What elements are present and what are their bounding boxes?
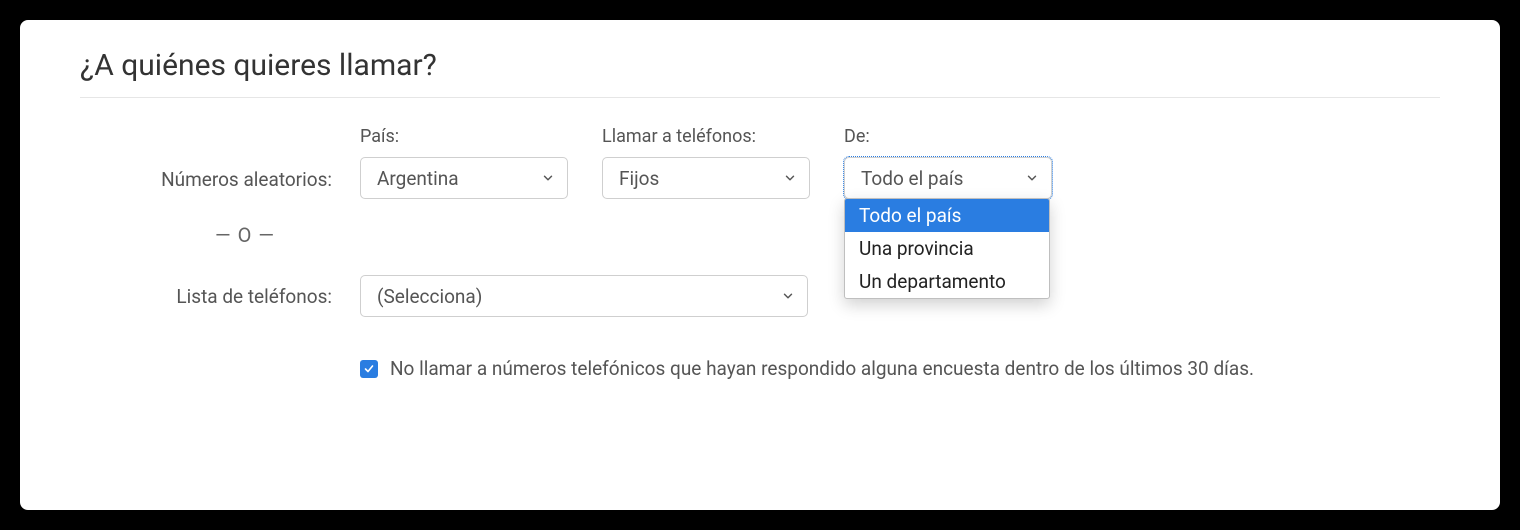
scope-value: Todo el país	[861, 167, 963, 190]
chevron-down-icon	[783, 171, 797, 185]
call-to-label: Llamar a teléfonos:	[602, 126, 810, 147]
phone-list-row: Lista de teléfonos: (Selecciona)	[130, 275, 1440, 317]
call-to-group: Llamar a teléfonos: Fijos	[602, 126, 810, 199]
scope-dropdown-menu: Todo el país Una provincia Un departamen…	[844, 198, 1050, 299]
call-to-select[interactable]: Fijos	[602, 157, 810, 199]
country-label: País:	[360, 126, 568, 147]
chevron-down-icon	[541, 171, 555, 185]
phone-list-select[interactable]: (Selecciona)	[360, 275, 808, 317]
page-title: ¿A quiénes quieres llamar?	[80, 48, 1440, 98]
random-numbers-row: Números aleatorios: País: Argentina Llam…	[130, 126, 1440, 199]
exclusion-checkbox-row: No llamar a números telefónicos que haya…	[130, 357, 1440, 380]
country-group: País: Argentina	[360, 126, 568, 199]
scope-option[interactable]: Un departamento	[845, 265, 1049, 298]
form-area: Números aleatorios: País: Argentina Llam…	[80, 126, 1440, 380]
country-select[interactable]: Argentina	[360, 157, 568, 199]
country-value: Argentina	[377, 167, 459, 190]
scope-select[interactable]: Todo el país	[844, 157, 1052, 199]
scope-group: De: Todo el país Todo el país Una provin…	[844, 126, 1052, 199]
scope-option[interactable]: Todo el país	[845, 199, 1049, 232]
scope-label: De:	[844, 126, 1052, 147]
chevron-down-icon	[1025, 171, 1039, 185]
form-card: ¿A quiénes quieres llamar? Números aleat…	[20, 20, 1500, 510]
phone-list-label: Lista de teléfonos:	[130, 285, 360, 308]
chevron-down-icon	[781, 289, 795, 303]
exclusion-checkbox[interactable]	[360, 360, 378, 378]
random-fields: País: Argentina Llamar a teléfonos: Fijo…	[360, 126, 1052, 199]
or-divider: — O —	[130, 223, 360, 247]
random-numbers-label: Números aleatorios:	[130, 168, 360, 199]
or-row: — O —	[130, 223, 1440, 247]
call-to-value: Fijos	[619, 167, 659, 190]
scope-option[interactable]: Una provincia	[845, 232, 1049, 265]
phone-list-value: (Selecciona)	[377, 285, 482, 308]
exclusion-checkbox-label: No llamar a números telefónicos que haya…	[390, 357, 1254, 380]
